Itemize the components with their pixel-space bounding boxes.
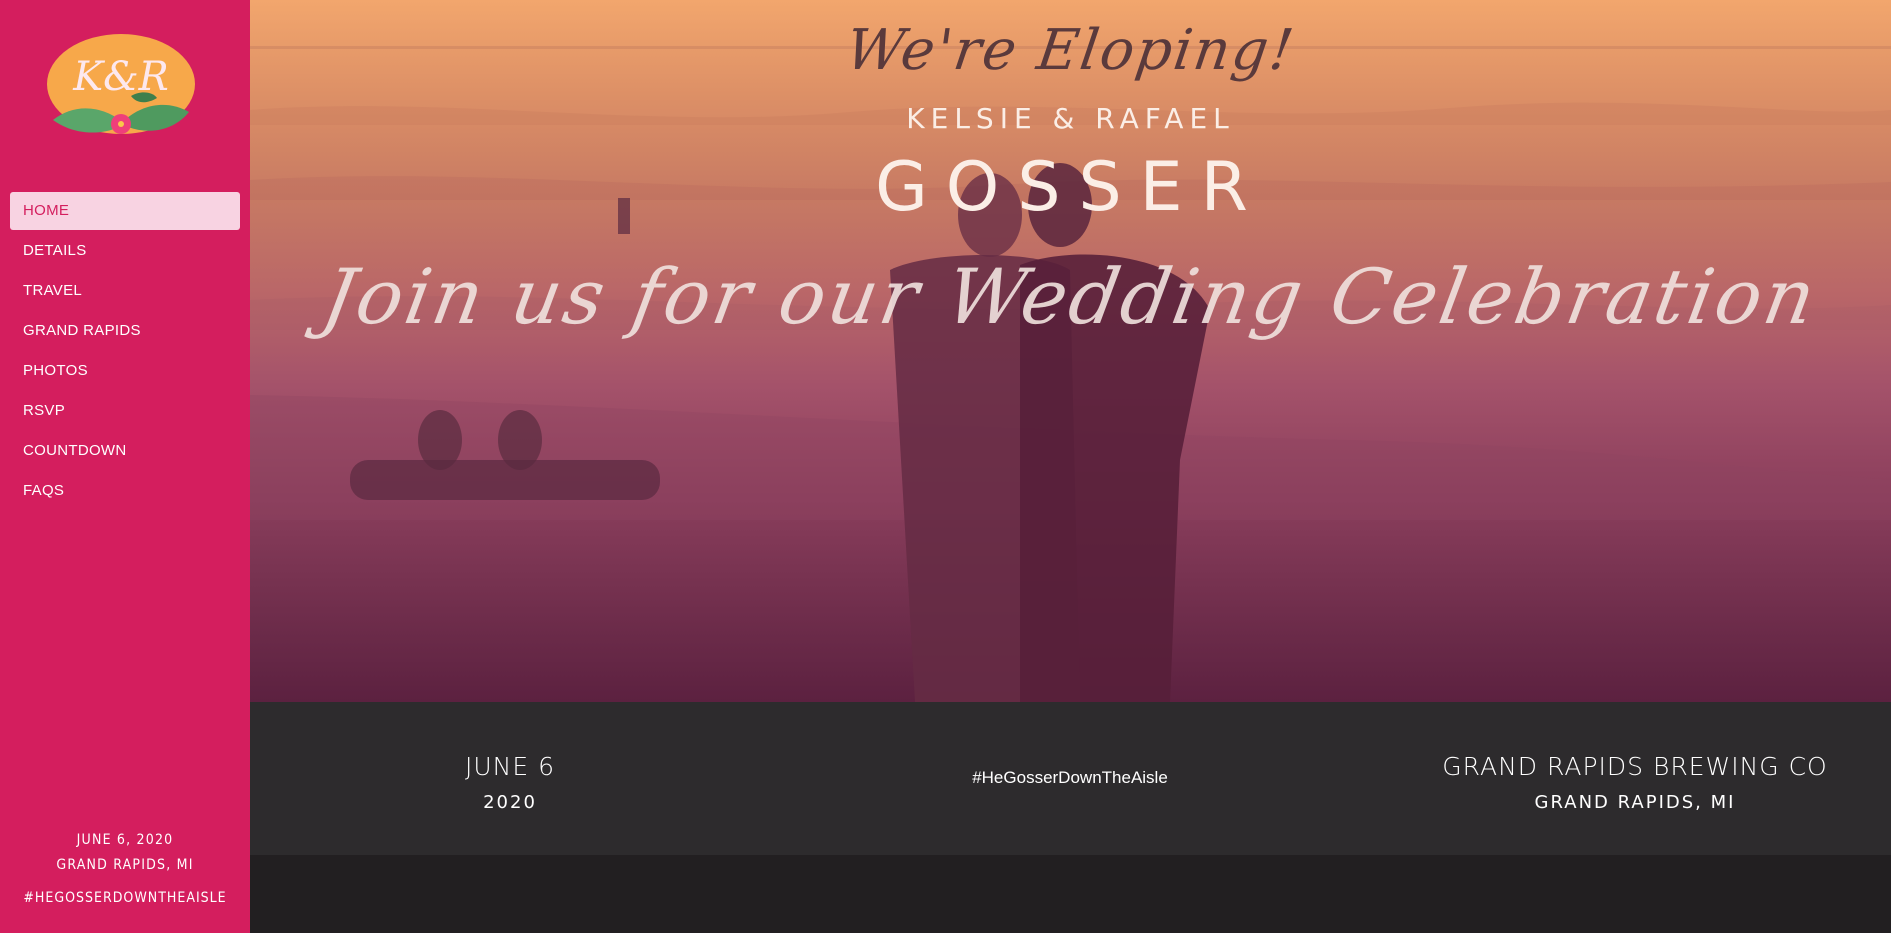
venue-city: GRAND RAPIDS, MI <box>1534 792 1736 813</box>
hero-names: KELSIE & RAFAEL <box>906 102 1235 135</box>
nav-item-details[interactable]: DETAILS <box>10 232 240 270</box>
nav-item-rsvp[interactable]: RSVP <box>10 392 240 430</box>
logo[interactable]: K&R <box>45 32 197 150</box>
logo-monogram: K&R <box>72 54 169 100</box>
sidebar-date: JUNE 6, 2020 <box>76 832 174 848</box>
sidebar-hashtag: #HEGOSSERDOWNTHEAISLE <box>23 890 227 906</box>
hero-eloping: We're Eloping! <box>841 18 1300 83</box>
date-year: 2020 <box>483 792 537 813</box>
nav-item-faqs[interactable]: FAQS <box>10 472 240 510</box>
nav-item-grand-rapids[interactable]: GRAND RAPIDS <box>10 312 240 350</box>
date-main: JUNE 6 <box>464 752 556 781</box>
nav-item-photos[interactable]: PHOTOS <box>10 352 240 390</box>
hero-banner: We're Eloping! KELSIE & RAFAEL GOSSER Jo… <box>250 0 1891 702</box>
main-nav: HOME DETAILS TRAVEL GRAND RAPIDS PHOTOS … <box>10 192 240 512</box>
nav-item-countdown[interactable]: COUNTDOWN <box>10 432 240 470</box>
nav-item-home[interactable]: HOME <box>10 192 240 230</box>
venue-name: GRAND RAPIDS BREWING CO <box>1442 752 1828 781</box>
sidebar: K&R HOME DETAILS TRAVEL GRAND RAPIDS PHO… <box>0 0 250 933</box>
hashtag-text: #HeGosserDownTheAisle <box>972 768 1168 787</box>
nav-item-travel[interactable]: TRAVEL <box>10 272 240 310</box>
sidebar-location: GRAND RAPIDS, MI <box>56 857 194 873</box>
hero-tagline: Join us for our Wedding Celebration <box>316 252 1825 341</box>
info-band: JUNE 6 2020 #HeGosserDownTheAisle GRAND … <box>250 702 1891 855</box>
hero-surname: GOSSER <box>875 148 1266 227</box>
